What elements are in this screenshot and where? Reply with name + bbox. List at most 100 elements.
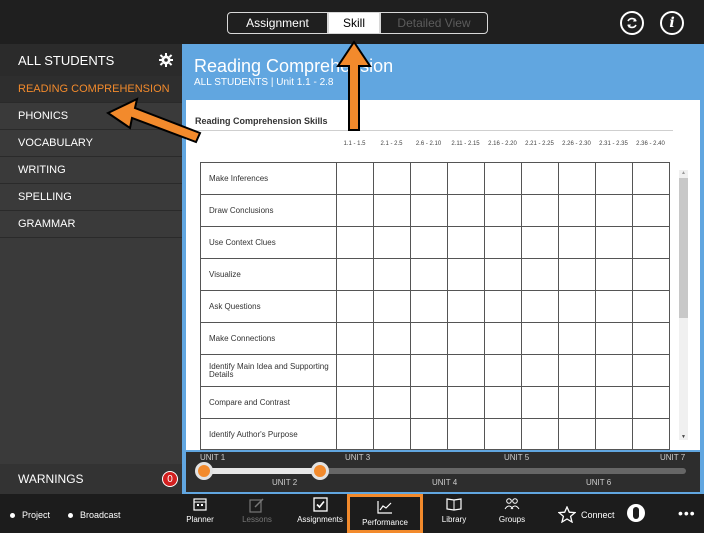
skill-cell[interactable] bbox=[337, 259, 374, 291]
skill-cell[interactable] bbox=[448, 195, 485, 227]
skill-cell[interactable] bbox=[411, 291, 448, 323]
skill-cell[interactable] bbox=[596, 323, 633, 355]
skill-cell[interactable] bbox=[633, 387, 669, 419]
more-icon[interactable]: ••• bbox=[678, 505, 696, 521]
skill-cell[interactable] bbox=[596, 387, 633, 419]
nav-planner[interactable]: Planner bbox=[172, 497, 228, 530]
broadcast-toggle[interactable]: Broadcast bbox=[68, 510, 121, 520]
skill-cell[interactable] bbox=[522, 323, 559, 355]
skill-cell[interactable] bbox=[337, 355, 374, 387]
skill-cell[interactable] bbox=[633, 355, 669, 387]
skill-cell[interactable] bbox=[522, 355, 559, 387]
skill-cell[interactable] bbox=[485, 259, 522, 291]
nav-groups[interactable]: Groups bbox=[484, 497, 540, 530]
skill-cell[interactable] bbox=[485, 419, 522, 449]
skill-cell[interactable] bbox=[522, 163, 559, 195]
skill-cell[interactable] bbox=[411, 195, 448, 227]
skill-cell[interactable] bbox=[559, 163, 596, 195]
skill-cell[interactable] bbox=[596, 195, 633, 227]
scrollbar-thumb[interactable] bbox=[679, 178, 688, 318]
skill-cell[interactable] bbox=[522, 259, 559, 291]
skill-cell[interactable] bbox=[374, 259, 411, 291]
slider-track[interactable] bbox=[204, 468, 686, 474]
skill-cell[interactable] bbox=[411, 387, 448, 419]
skill-cell[interactable] bbox=[633, 259, 669, 291]
gear-icon[interactable] bbox=[158, 52, 174, 68]
skill-cell[interactable] bbox=[337, 419, 374, 449]
skill-cell[interactable] bbox=[448, 387, 485, 419]
sidebar-item-vocabulary[interactable]: VOCABULARY bbox=[0, 130, 182, 157]
skill-cell[interactable] bbox=[374, 387, 411, 419]
skill-cell[interactable] bbox=[485, 195, 522, 227]
skill-cell[interactable] bbox=[559, 387, 596, 419]
skill-cell[interactable] bbox=[448, 163, 485, 195]
skill-cell[interactable] bbox=[485, 291, 522, 323]
skill-cell[interactable] bbox=[411, 419, 448, 449]
skill-cell[interactable] bbox=[633, 163, 669, 195]
skill-cell[interactable] bbox=[485, 387, 522, 419]
tab-detailed-view[interactable]: Detailed View bbox=[380, 12, 488, 34]
slider-start-handle[interactable] bbox=[195, 462, 213, 480]
sidebar-item-reading-comprehension[interactable]: READING COMPREHENSION bbox=[0, 76, 182, 103]
sidebar-item-phonics[interactable]: PHONICS bbox=[0, 103, 182, 130]
skill-cell[interactable] bbox=[485, 355, 522, 387]
skill-cell[interactable] bbox=[337, 387, 374, 419]
skill-cell[interactable] bbox=[374, 195, 411, 227]
skill-cell[interactable] bbox=[374, 291, 411, 323]
project-toggle[interactable]: Project bbox=[10, 510, 50, 520]
skill-cell[interactable] bbox=[337, 227, 374, 259]
nav-lessons[interactable]: Lessons bbox=[229, 497, 285, 530]
skill-cell[interactable] bbox=[485, 163, 522, 195]
skill-cell[interactable] bbox=[596, 291, 633, 323]
skill-cell[interactable] bbox=[633, 227, 669, 259]
skill-cell[interactable] bbox=[596, 259, 633, 291]
skill-cell[interactable] bbox=[559, 195, 596, 227]
skill-cell[interactable] bbox=[411, 227, 448, 259]
skill-cell[interactable] bbox=[411, 355, 448, 387]
skill-cell[interactable] bbox=[596, 419, 633, 449]
slider-end-handle[interactable] bbox=[310, 462, 329, 480]
skill-cell[interactable] bbox=[448, 355, 485, 387]
skill-cell[interactable] bbox=[448, 227, 485, 259]
scroll-up-icon[interactable]: ▲ bbox=[681, 170, 686, 176]
skill-cell[interactable] bbox=[448, 419, 485, 449]
skill-cell[interactable] bbox=[411, 163, 448, 195]
skill-cell[interactable] bbox=[522, 195, 559, 227]
skill-cell[interactable] bbox=[374, 163, 411, 195]
skill-cell[interactable] bbox=[337, 291, 374, 323]
nav-assignments[interactable]: Assignments bbox=[292, 497, 348, 530]
skill-cell[interactable] bbox=[374, 227, 411, 259]
tab-skill[interactable]: Skill bbox=[328, 12, 380, 34]
refresh-icon[interactable] bbox=[620, 11, 644, 35]
skill-cell[interactable] bbox=[337, 195, 374, 227]
skill-cell[interactable] bbox=[374, 323, 411, 355]
sidebar-item-spelling[interactable]: SPELLING bbox=[0, 184, 182, 211]
skill-cell[interactable] bbox=[448, 259, 485, 291]
sidebar-item-writing[interactable]: WRITING bbox=[0, 157, 182, 184]
scroll-down-icon[interactable]: ▼ bbox=[681, 434, 686, 440]
skill-cell[interactable] bbox=[411, 259, 448, 291]
skill-cell[interactable] bbox=[522, 227, 559, 259]
skill-cell[interactable] bbox=[559, 355, 596, 387]
skill-cell[interactable] bbox=[559, 291, 596, 323]
skill-cell[interactable] bbox=[374, 419, 411, 449]
skill-cell[interactable] bbox=[411, 323, 448, 355]
skill-cell[interactable] bbox=[374, 355, 411, 387]
nav-library[interactable]: Library bbox=[426, 497, 482, 530]
skill-cell[interactable] bbox=[559, 259, 596, 291]
skill-cell[interactable] bbox=[596, 163, 633, 195]
skill-cell[interactable] bbox=[633, 291, 669, 323]
skill-cell[interactable] bbox=[633, 323, 669, 355]
tab-assignment[interactable]: Assignment bbox=[227, 12, 328, 34]
skill-cell[interactable] bbox=[522, 291, 559, 323]
warnings-panel[interactable]: WARNINGS 0 bbox=[0, 464, 182, 494]
skill-cell[interactable] bbox=[633, 195, 669, 227]
skill-cell[interactable] bbox=[596, 227, 633, 259]
skill-cell[interactable] bbox=[448, 291, 485, 323]
skill-cell[interactable] bbox=[559, 227, 596, 259]
skill-cell[interactable] bbox=[596, 355, 633, 387]
connect-button[interactable]: Connect bbox=[558, 506, 615, 523]
skill-cell[interactable] bbox=[337, 163, 374, 195]
skill-cell[interactable] bbox=[448, 323, 485, 355]
skill-cell[interactable] bbox=[559, 419, 596, 449]
